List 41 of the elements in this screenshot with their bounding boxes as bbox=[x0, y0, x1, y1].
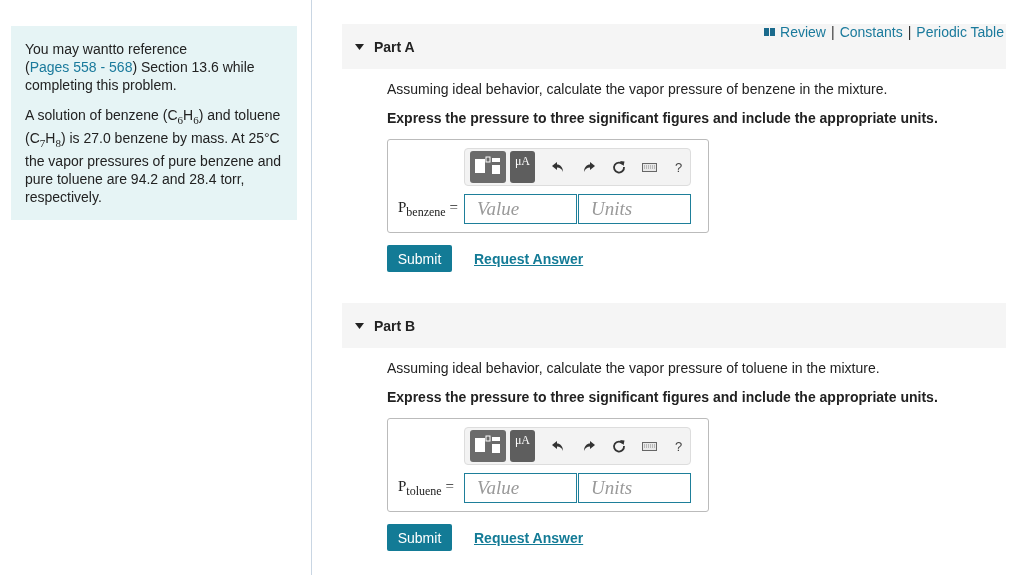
units-button[interactable]: μA bbox=[510, 430, 535, 462]
part-header[interactable]: Part A Review | Constants | Periodic Table bbox=[342, 24, 1006, 69]
help-button[interactable]: ? bbox=[667, 159, 690, 175]
value-field[interactable]: Value bbox=[464, 194, 577, 224]
keyboard-icon bbox=[642, 162, 658, 172]
template-button[interactable] bbox=[470, 151, 507, 183]
request-answer-link[interactable]: Request Answer bbox=[474, 250, 584, 267]
value-field[interactable]: Value bbox=[464, 473, 577, 503]
book-icon bbox=[764, 28, 776, 36]
question-text: Assuming ideal behavior, calculate the vapor pressure of benzene in the mixture. bbox=[387, 81, 889, 98]
header-link[interactable]: Periodic Table bbox=[916, 24, 1004, 40]
link-separator: | bbox=[831, 24, 835, 40]
submit-button[interactable]: Submit bbox=[387, 245, 452, 272]
template-button[interactable] bbox=[470, 430, 507, 462]
instruction-text: Express the pressure to three significant figures and include the appropriate units. bbox=[387, 110, 939, 127]
variable-label: P$_{toluene}$ = bbox=[398, 477, 455, 499]
reference-note: You may wantto reference (Pages 558 - 568) Section 13.6 while completing this problem. bbox=[25, 40, 256, 94]
part-header[interactable]: Part B bbox=[342, 303, 1006, 348]
link-separator: | bbox=[907, 24, 912, 40]
part-title: Part A bbox=[374, 38, 415, 55]
header-link[interactable]: Review bbox=[780, 24, 826, 40]
undo-icon bbox=[552, 440, 565, 452]
units-button[interactable]: μA bbox=[510, 151, 535, 183]
instruction-text: Express the pressure to three significant figures and include the appropriate units. bbox=[387, 389, 939, 406]
request-answer-link[interactable]: Request Answer bbox=[474, 529, 584, 546]
problem-text: A solution of benzene (C$_{6}$H$_{6}$) and toluene (C$_{7}$H$_{8}$) is 27.0 benzene by mass. At 25°C the vapor pressures of pure benzene and pure toluene are 94.2 and 28.4 torr, respectively. bbox=[25, 106, 283, 206]
redo-icon bbox=[582, 440, 595, 452]
reset-icon bbox=[612, 160, 627, 174]
keyboard-icon bbox=[642, 441, 658, 451]
variable-label: P$_{benzene}$ = bbox=[398, 198, 459, 220]
redo-icon bbox=[582, 161, 595, 173]
units-field[interactable]: Units bbox=[578, 473, 691, 503]
units-field[interactable]: Units bbox=[578, 194, 691, 224]
reset-icon bbox=[612, 439, 627, 453]
header-link[interactable]: Constants bbox=[839, 24, 903, 40]
undo-icon bbox=[552, 161, 565, 173]
part-title: Part B bbox=[374, 317, 416, 334]
help-button[interactable]: ? bbox=[667, 438, 690, 454]
submit-button[interactable]: Submit bbox=[387, 524, 452, 551]
pages-link[interactable]: Pages 558 - 568 bbox=[29, 59, 133, 75]
question-text: Assuming ideal behavior, calculate the vapor pressure of toluene in the mixture. bbox=[387, 360, 881, 377]
